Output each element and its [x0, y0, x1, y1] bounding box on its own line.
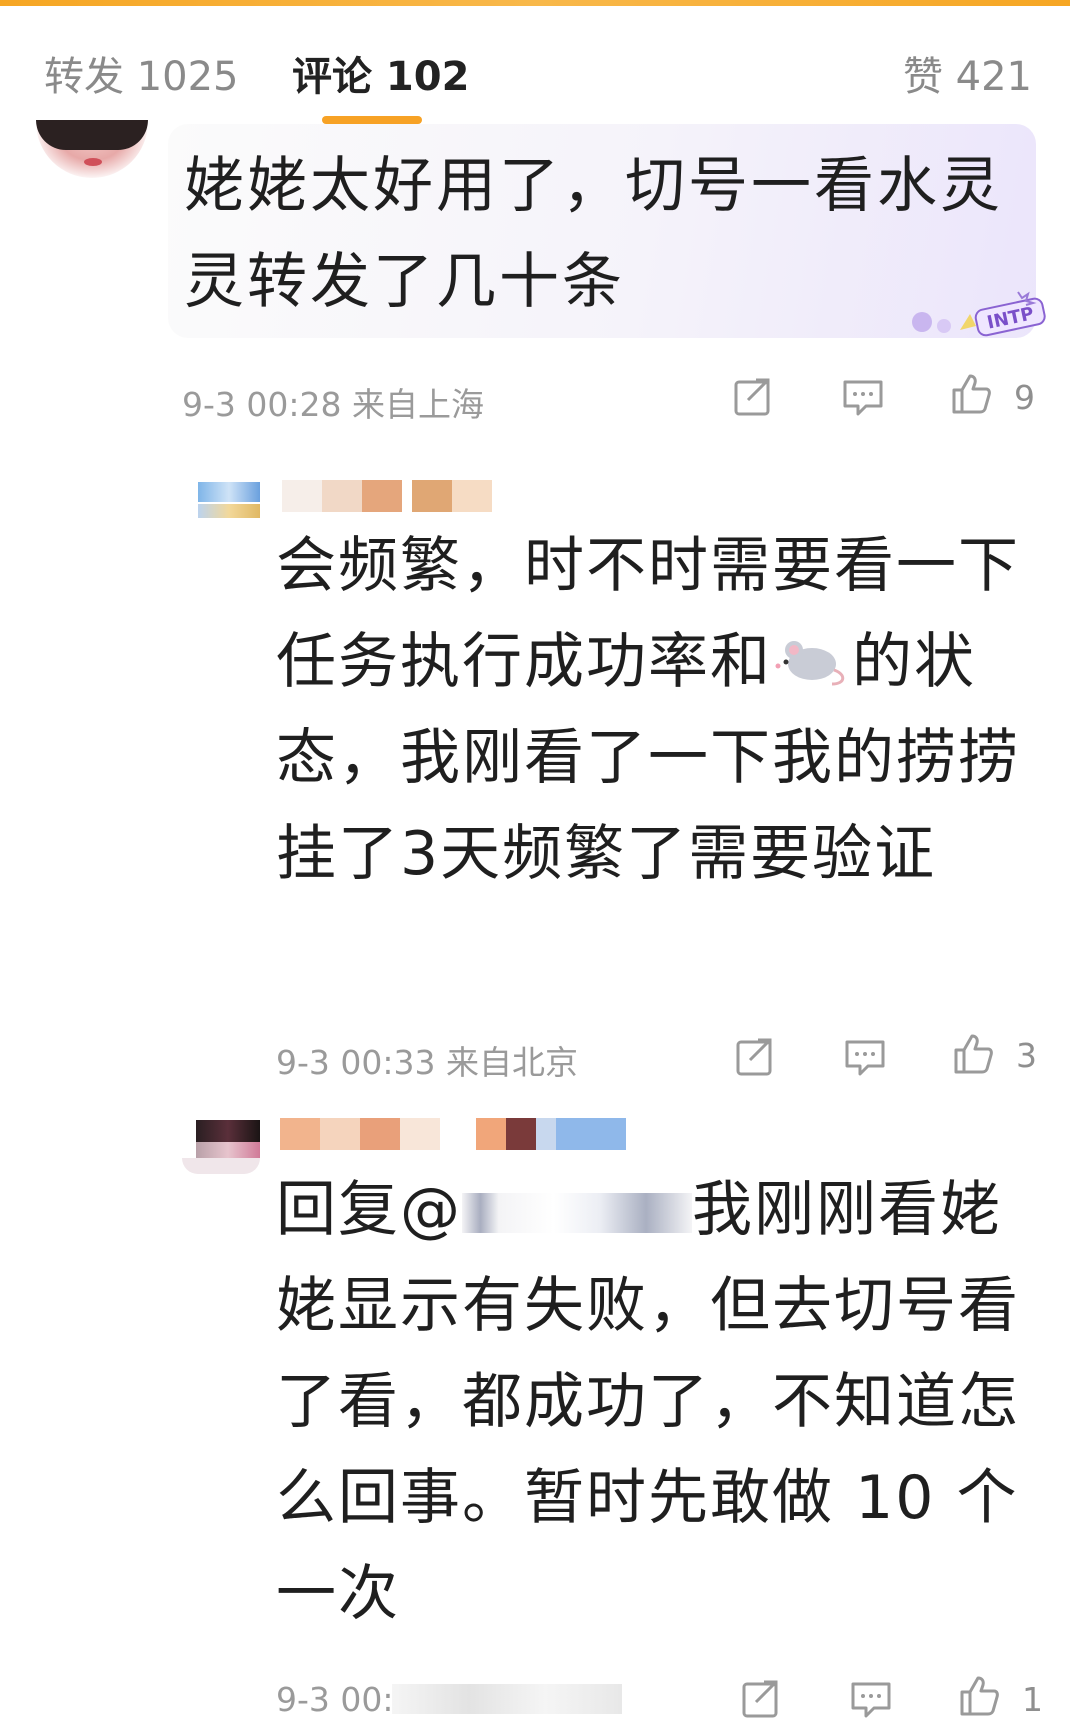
- username-blurred[interactable]: [280, 1118, 626, 1150]
- watermark-blur: [392, 1684, 622, 1714]
- comment-text: 会频繁，时不时需要看一下任务执行成功率和 的状态，我刚看了一下我的捞捞挂了3天频…: [276, 518, 1036, 902]
- comment-meta: 9-3 00:33 来自北京: [276, 1043, 578, 1082]
- repost-icon[interactable]: [740, 1678, 782, 1720]
- intp-badge-icon: INTP: [912, 291, 1046, 337]
- comment-icon[interactable]: [842, 376, 884, 418]
- like-count: 9: [1014, 378, 1035, 417]
- reply-prefix[interactable]: 回复@: [276, 1175, 462, 1245]
- avatar[interactable]: [36, 120, 148, 178]
- redacted-mention: [462, 1193, 692, 1234]
- tab-comments[interactable]: 评论 102: [292, 44, 469, 102]
- mouse-emoji-icon: [775, 641, 845, 686]
- like-count: 1: [1022, 1680, 1043, 1719]
- repost-icon[interactable]: [732, 376, 774, 418]
- tab-bar: 转发 1025 评论 102 赞 421: [0, 6, 1070, 130]
- like-icon[interactable]: [958, 1674, 1000, 1716]
- avatar[interactable]: [182, 1120, 260, 1176]
- username-blurred[interactable]: [282, 480, 492, 512]
- comment-meta: 9-3 00:28 来自上海: [182, 385, 484, 424]
- tab-repost[interactable]: 转发 1025: [44, 44, 239, 102]
- like-icon[interactable]: [952, 1032, 994, 1074]
- tab-likes[interactable]: 赞 421: [903, 44, 1032, 102]
- comment-icon[interactable]: [844, 1036, 886, 1078]
- comment-text: 姥姥太好用了，切号一看水灵灵转发了几十条: [184, 151, 1003, 317]
- comment-icon[interactable]: [850, 1678, 892, 1720]
- repost-icon[interactable]: [734, 1036, 776, 1078]
- like-icon[interactable]: [950, 372, 992, 414]
- comment-meta: 9-3 00:: [276, 1680, 394, 1719]
- tab-active-indicator: [322, 116, 422, 124]
- avatar[interactable]: [198, 478, 260, 526]
- like-count: 3: [1016, 1036, 1037, 1075]
- comment-text: 回复@ 我刚刚看姥姥显示有失败，但去切号看了看，都成功了，不知道怎么回事。暂时先敢…: [276, 1162, 1036, 1642]
